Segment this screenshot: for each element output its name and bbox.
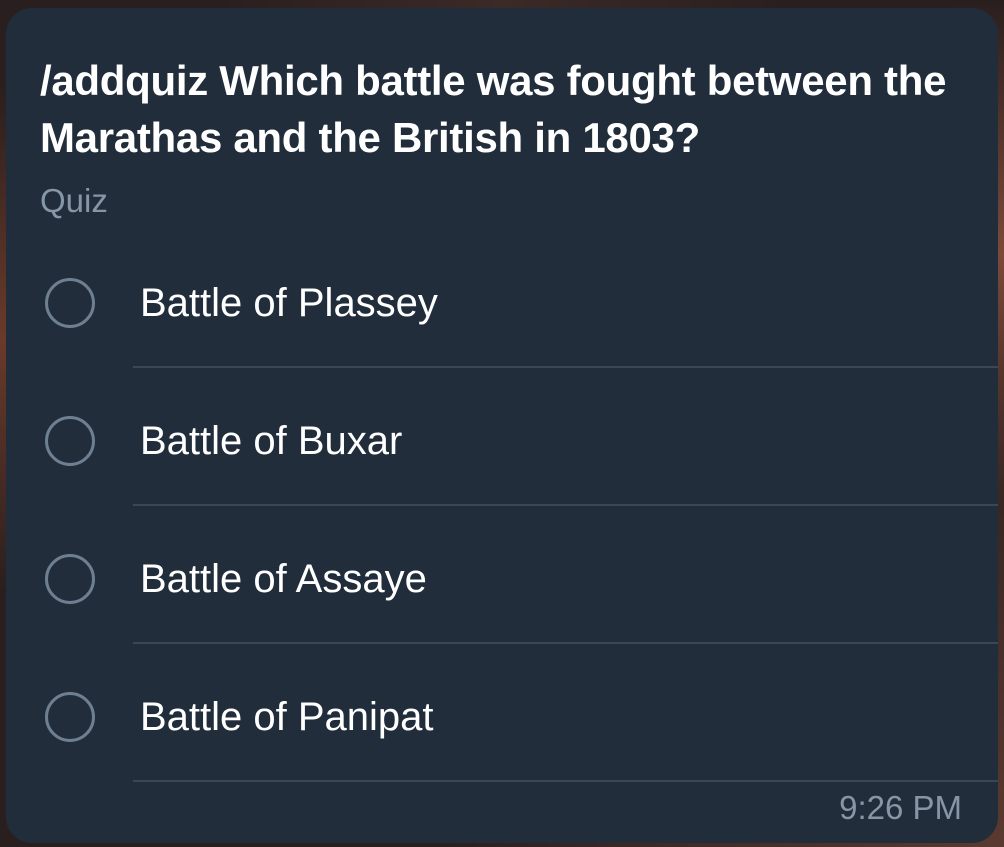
- radio-circle-icon[interactable]: [45, 692, 95, 742]
- quiz-option-label: Battle of Panipat: [140, 695, 434, 739]
- radio-circle-icon[interactable]: [45, 416, 95, 466]
- quiz-question: /addquiz Which battle was fought between…: [40, 57, 947, 161]
- message-timestamp: 9:26 PM: [839, 789, 962, 826]
- quiz-option-label: Battle of Buxar: [140, 419, 403, 463]
- option-divider: [133, 780, 998, 782]
- quiz-option-label: Battle of Plassey: [140, 281, 438, 325]
- quiz-option-4[interactable]: Battle of Panipat: [6, 648, 998, 786]
- radio-circle-icon[interactable]: [45, 278, 95, 328]
- option-divider: [133, 642, 998, 644]
- quiz-option-1[interactable]: Battle of Plassey: [6, 234, 998, 372]
- quiz-option-label: Battle of Assaye: [140, 557, 427, 601]
- option-divider: [133, 504, 998, 506]
- quiz-option-3[interactable]: Battle of Assaye: [6, 510, 998, 648]
- quiz-message-bubble: /addquiz Which battle was fought between…: [6, 8, 998, 843]
- radio-circle-icon[interactable]: [45, 554, 95, 604]
- quiz-type-label: Quiz: [40, 182, 108, 219]
- quiz-option-2[interactable]: Battle of Buxar: [6, 372, 998, 510]
- option-divider: [133, 366, 998, 368]
